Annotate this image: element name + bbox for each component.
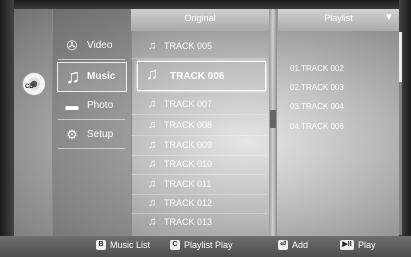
add-label: Add [292, 240, 309, 250]
key-b-icon[interactable]: B [96, 240, 106, 250]
row-divider [131, 155, 267, 156]
music-note-icon: ♫ [148, 119, 157, 131]
music-note-icon: ♫ [148, 98, 157, 110]
row-divider [131, 135, 267, 136]
row-divider [131, 58, 267, 59]
row-divider [131, 194, 267, 195]
disc-label: CD [25, 84, 34, 90]
music-note-icon: ♫ [148, 216, 157, 228]
original-title: Original [184, 13, 216, 23]
playlist-item[interactable]: 02.TRACK 003 [290, 83, 344, 92]
enter-key-icon[interactable]: ⏎ [278, 240, 288, 250]
playlist-scrollbar-thumb[interactable] [399, 32, 402, 82]
music-note-icon: ♫ [148, 178, 157, 190]
menu-item-photo[interactable]: ▬ Photo [58, 95, 128, 119]
menu-divider [58, 148, 125, 149]
music-note-icon: ♫ [146, 66, 158, 83]
track-label: TRACK 013 [164, 217, 213, 227]
track-label: TRACK 011 [164, 179, 212, 189]
music-note-icon: ♫ [148, 197, 157, 209]
play-pause-key-icon[interactable]: ▶II [340, 240, 354, 250]
menu-item-label: Photo [87, 100, 114, 111]
key-c-label: Playlist Play [184, 240, 233, 250]
menu-item-setup[interactable]: ⚙ Setup [58, 124, 128, 148]
track-label: TRACK 009 [164, 140, 213, 150]
track-label: TRACK 010 [164, 159, 213, 169]
key-c-icon[interactable]: C [170, 240, 180, 250]
bezel-left [0, 0, 14, 257]
film-reel-icon: ✇ [66, 38, 78, 53]
menu-item-label: Music [87, 71, 116, 82]
menu-divider [58, 119, 125, 120]
music-note-icon: ♫ [148, 158, 157, 170]
track-label: TRACK 006 [170, 71, 225, 82]
row-divider [131, 174, 267, 175]
menu-divider [58, 59, 125, 60]
row-divider [131, 114, 267, 115]
track-label: TRACK 008 [164, 120, 213, 130]
menu-item-label: Video [87, 40, 113, 51]
menu-item-label: Setup [87, 129, 114, 140]
music-note-icon: ♫ [148, 40, 157, 52]
playlist-item[interactable]: 03.TRACK 004 [290, 102, 344, 111]
playlist-item[interactable]: 04.TRACK 006 [290, 122, 344, 131]
playlist-menu-icon[interactable]: ▼ [384, 12, 394, 23]
track-label: TRACK 005 [164, 41, 213, 51]
play-label: Play [358, 240, 376, 250]
track-label: TRACK 012 [164, 198, 213, 208]
music-note-icon: ♫ [65, 66, 81, 88]
track-label: TRACK 007 [164, 99, 213, 109]
playlist-title: Playlist [324, 13, 353, 23]
panel-scrollbar-thumb[interactable] [270, 110, 276, 128]
music-note-icon: ♫ [148, 139, 157, 151]
gear-icon: ⚙ [66, 127, 78, 142]
menu-item-music[interactable]: ♫ Music [57, 62, 127, 92]
photo-icon: ▬ [65, 98, 79, 113]
screen: CD ✇ Video ♫ Music ▬ Photo ⚙ Setup Origi… [0, 0, 411, 257]
track-item-selected[interactable]: ♫ TRACK 006 [137, 61, 266, 91]
row-divider [131, 213, 267, 214]
menu-item-video[interactable]: ✇ Video [58, 35, 128, 59]
key-b-label: Music List [110, 240, 151, 250]
playlist-item[interactable]: 01.TRACK 002 [290, 64, 344, 73]
bezel-top [0, 0, 411, 9]
